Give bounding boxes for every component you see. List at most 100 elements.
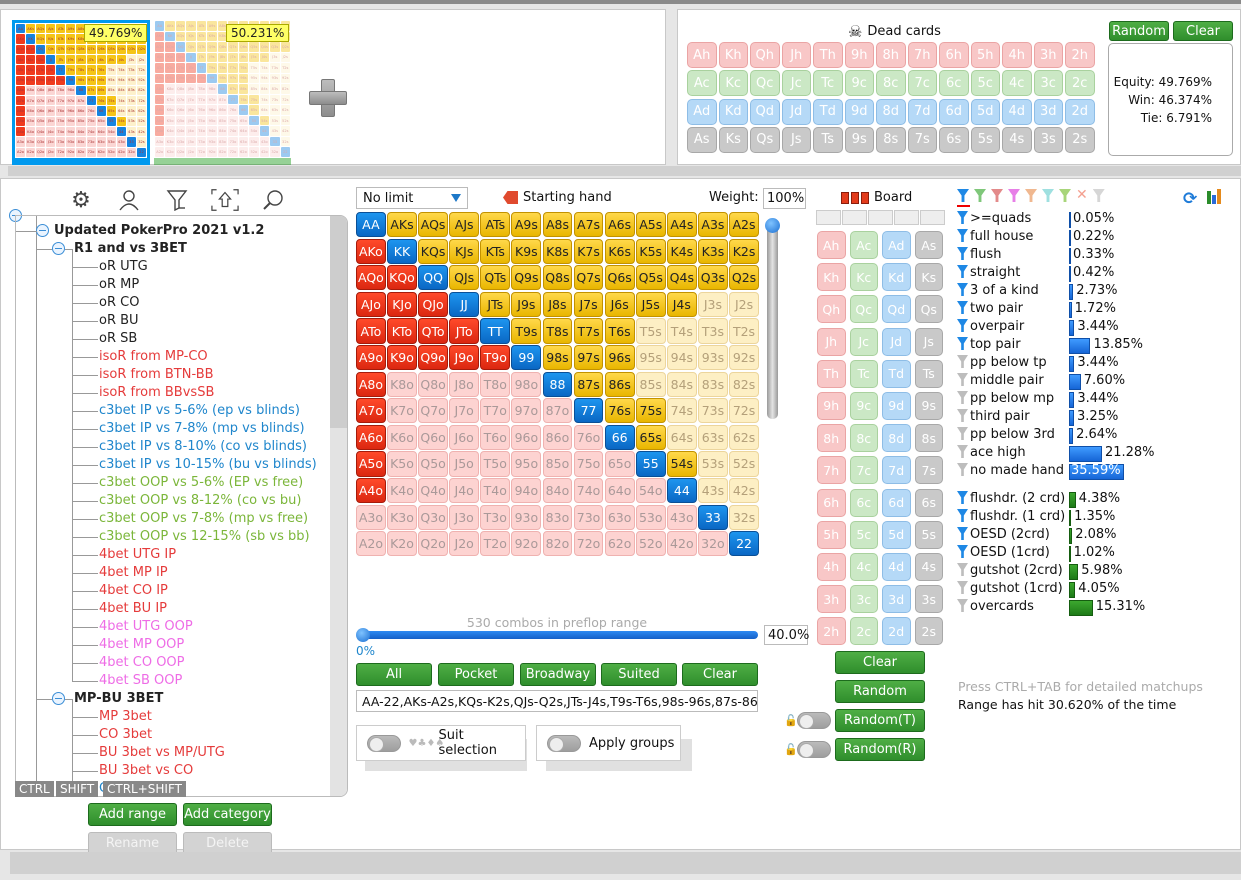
board-card[interactable]: Ad bbox=[882, 231, 911, 259]
user-icon[interactable] bbox=[115, 187, 143, 213]
dead-card[interactable]: 7s bbox=[907, 126, 937, 153]
hand-cell[interactable]: K4o bbox=[387, 477, 417, 504]
stat-row[interactable]: pp below mp 3.44% bbox=[957, 391, 1237, 409]
hand-cell[interactable]: J2s bbox=[729, 291, 759, 318]
collapse-toggle[interactable] bbox=[36, 224, 49, 237]
hand-cell[interactable]: Q5s bbox=[635, 265, 666, 291]
board-card[interactable]: Tc bbox=[849, 359, 878, 388]
dead-card[interactable]: 8d bbox=[876, 98, 906, 125]
filter-icon[interactable] bbox=[991, 189, 1003, 202]
tree-range-item[interactable]: 4bet CO OOP bbox=[99, 654, 185, 672]
board-card[interactable]: Qc bbox=[849, 295, 878, 324]
clear-range-button[interactable]: Clear bbox=[682, 663, 758, 686]
apply-groups-toggle[interactable] bbox=[547, 734, 581, 752]
board-card[interactable]: Th bbox=[817, 359, 846, 388]
filter-icon[interactable] bbox=[1025, 189, 1037, 202]
tree-range-item[interactable]: c3bet OOP vs 12-15% (sb vs bb) bbox=[99, 528, 310, 546]
dead-card[interactable]: 8h bbox=[876, 42, 906, 68]
hand-cell[interactable]: ATs bbox=[480, 212, 511, 238]
tree-category[interactable]: R1 and vs 3BET bbox=[74, 240, 187, 258]
hand-cell[interactable]: K8o bbox=[387, 371, 417, 397]
broadway-button[interactable]: Broadway bbox=[520, 663, 596, 686]
hand-cell[interactable]: 44 bbox=[666, 477, 697, 504]
dead-card[interactable]: 4d bbox=[1002, 98, 1032, 125]
hand-cell[interactable]: A9o bbox=[356, 344, 386, 371]
hand-cell[interactable]: 74s bbox=[666, 398, 697, 424]
board-card[interactable]: Kh bbox=[817, 263, 846, 292]
board-random-t-button[interactable]: Random(T) bbox=[835, 709, 925, 732]
stat-row[interactable]: gutshot (2crd) 5.98% bbox=[957, 563, 1237, 581]
tree-range-item[interactable]: BU 3bet vs MP/UTG bbox=[99, 744, 225, 762]
tree-range-item[interactable]: 4bet UTG OOP bbox=[99, 618, 193, 636]
hand-cell[interactable]: KJo bbox=[387, 291, 417, 318]
hand-cell[interactable]: J6o bbox=[449, 424, 480, 451]
dead-clear-button[interactable]: Clear bbox=[1173, 21, 1233, 41]
hand-cell[interactable]: K6o bbox=[387, 424, 417, 451]
hand-cell[interactable]: T7o bbox=[480, 398, 511, 424]
hand-cell[interactable]: T3o bbox=[480, 504, 511, 530]
hand-cell[interactable]: A2o bbox=[356, 531, 386, 557]
board-card[interactable]: 7d bbox=[882, 456, 911, 485]
weight-slider[interactable] bbox=[767, 222, 778, 419]
hand-cell[interactable]: 86s bbox=[604, 371, 635, 397]
board-card[interactable]: 7c bbox=[849, 456, 878, 485]
tree-range-item[interactable]: isoR from MP-CO bbox=[99, 348, 208, 366]
tree-range-item[interactable]: BU 3bet vs CO bbox=[99, 762, 193, 780]
dead-card[interactable]: 6c bbox=[939, 70, 969, 97]
filter-icon[interactable] bbox=[1092, 189, 1105, 202]
hand-cell[interactable]: Q3s bbox=[698, 265, 728, 291]
filter-icon[interactable] bbox=[957, 509, 968, 522]
hand-cell[interactable]: J3o bbox=[449, 504, 480, 530]
hand-cell[interactable]: 52o bbox=[635, 531, 666, 557]
all-button[interactable]: All bbox=[356, 663, 432, 686]
hand-cell[interactable]: Q4s bbox=[666, 265, 697, 291]
board-card[interactable]: 8c bbox=[849, 424, 878, 453]
dead-card[interactable]: 8c bbox=[876, 70, 906, 97]
hand-cell[interactable]: KTo bbox=[387, 318, 417, 344]
hand-cell[interactable]: QJo bbox=[418, 291, 448, 318]
tree-scroll-thumb[interactable] bbox=[330, 216, 347, 428]
hand-cell[interactable]: Q8s bbox=[542, 265, 573, 291]
hand-cell[interactable]: 94s bbox=[666, 344, 697, 371]
hand-cell[interactable]: 85o bbox=[542, 451, 573, 477]
hand-cell[interactable]: 63o bbox=[604, 504, 635, 530]
hand-cell[interactable]: 43o bbox=[666, 504, 697, 530]
hand-cell[interactable]: 92o bbox=[511, 531, 542, 557]
stat-row[interactable]: >=quads 0.05% bbox=[957, 211, 1237, 229]
dead-card[interactable]: As bbox=[687, 126, 717, 153]
bar-chart-icon[interactable] bbox=[1207, 189, 1221, 204]
stat-row[interactable]: ace high 21.28% bbox=[957, 445, 1237, 463]
board-card[interactable]: 3c bbox=[849, 585, 878, 614]
tree-range-item[interactable]: 4bet SB OOP bbox=[99, 672, 182, 690]
hand-cell[interactable]: 98o bbox=[511, 371, 542, 397]
hand-cell[interactable]: K2s bbox=[729, 238, 759, 264]
filter-icon[interactable] bbox=[957, 445, 968, 458]
stat-row[interactable]: pp below 3rd 2.64% bbox=[957, 427, 1237, 445]
dead-card[interactable]: 5h bbox=[970, 42, 1000, 68]
suit-selection-toggle[interactable] bbox=[367, 734, 401, 752]
hand-cell[interactable]: 53s bbox=[698, 451, 728, 477]
dead-card[interactable]: 6h bbox=[939, 42, 969, 68]
hand-cell[interactable]: K5o bbox=[387, 451, 417, 477]
dead-random-button[interactable]: Random bbox=[1109, 21, 1169, 41]
hand-cell[interactable]: T8o bbox=[480, 371, 511, 397]
hand-cell[interactable]: 99 bbox=[511, 344, 542, 371]
tree-range-item[interactable]: c3bet OOP vs 8-12% (co vs bu) bbox=[99, 492, 301, 510]
dead-card[interactable]: Qd bbox=[750, 98, 780, 125]
board-card[interactable]: Ks bbox=[914, 263, 943, 292]
hand-cell[interactable]: 83o bbox=[542, 504, 573, 530]
hand-cell[interactable]: TT bbox=[480, 318, 511, 344]
filter-icon[interactable] bbox=[1008, 189, 1020, 202]
stat-row[interactable]: flushdr. (1 crd) 1.35% bbox=[957, 509, 1237, 527]
hand-cell[interactable]: 32s bbox=[729, 504, 759, 530]
hand-cell[interactable]: 75o bbox=[573, 451, 604, 477]
hand-cell[interactable]: T2o bbox=[480, 531, 511, 557]
hand-cell[interactable]: 54o bbox=[635, 477, 666, 504]
hand-cell[interactable]: K7o bbox=[387, 398, 417, 424]
hand-cell[interactable]: A8o bbox=[356, 371, 386, 397]
hand-cell[interactable]: 93o bbox=[511, 504, 542, 530]
hand-cell[interactable]: 84o bbox=[542, 477, 573, 504]
hand-cell[interactable]: 85s bbox=[635, 371, 666, 397]
plus-icon[interactable] bbox=[309, 79, 347, 117]
hand-cell[interactable]: 65s bbox=[635, 424, 666, 451]
